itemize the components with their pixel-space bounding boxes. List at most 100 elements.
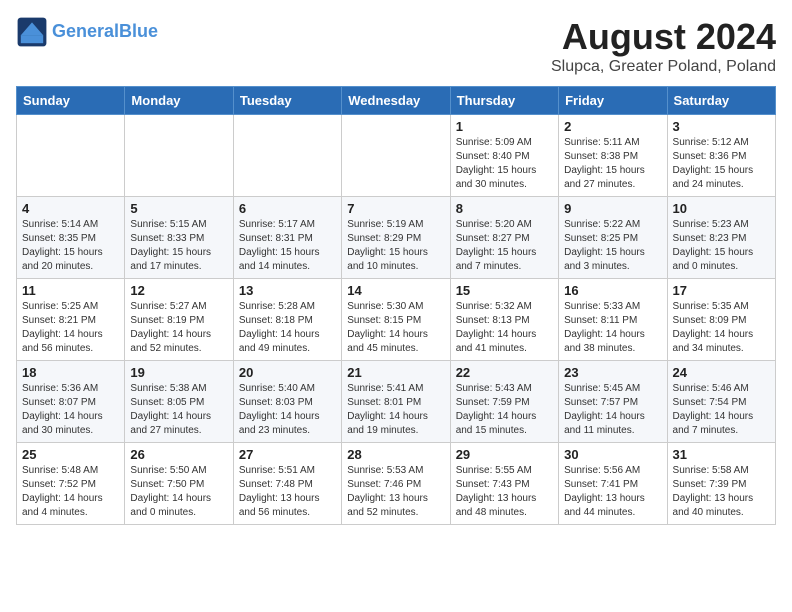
table-row: 13 Sunrise: 5:28 AMSunset: 8:18 PMDaylig… xyxy=(233,279,341,361)
day-number: 31 xyxy=(673,447,770,462)
day-number: 26 xyxy=(130,447,227,462)
day-number: 4 xyxy=(22,201,119,216)
location-subtitle: Slupca, Greater Poland, Poland xyxy=(551,58,776,76)
day-number: 6 xyxy=(239,201,336,216)
table-row: 28 Sunrise: 5:53 AMSunset: 7:46 PMDaylig… xyxy=(342,443,450,525)
logo-line1: General xyxy=(52,21,119,41)
table-row: 26 Sunrise: 5:50 AMSunset: 7:50 PMDaylig… xyxy=(125,443,233,525)
table-row: 9 Sunrise: 5:22 AMSunset: 8:25 PMDayligh… xyxy=(559,197,667,279)
logo: GeneralBlue xyxy=(16,16,158,48)
table-row: 20 Sunrise: 5:40 AMSunset: 8:03 PMDaylig… xyxy=(233,361,341,443)
table-row xyxy=(233,115,341,197)
table-row: 23 Sunrise: 5:45 AMSunset: 7:57 PMDaylig… xyxy=(559,361,667,443)
logo-line2: Blue xyxy=(119,21,158,41)
day-detail: Sunrise: 5:30 AMSunset: 8:15 PMDaylight:… xyxy=(347,301,428,354)
calendar-week-row: 4 Sunrise: 5:14 AMSunset: 8:35 PMDayligh… xyxy=(17,197,776,279)
logo-icon xyxy=(16,16,48,48)
table-row: 6 Sunrise: 5:17 AMSunset: 8:31 PMDayligh… xyxy=(233,197,341,279)
title-area: August 2024 Slupca, Greater Poland, Pola… xyxy=(551,16,776,76)
table-row: 21 Sunrise: 5:41 AMSunset: 8:01 PMDaylig… xyxy=(342,361,450,443)
table-row: 7 Sunrise: 5:19 AMSunset: 8:29 PMDayligh… xyxy=(342,197,450,279)
table-row: 12 Sunrise: 5:27 AMSunset: 8:19 PMDaylig… xyxy=(125,279,233,361)
table-row: 25 Sunrise: 5:48 AMSunset: 7:52 PMDaylig… xyxy=(17,443,125,525)
table-row: 15 Sunrise: 5:32 AMSunset: 8:13 PMDaylig… xyxy=(450,279,558,361)
day-number: 14 xyxy=(347,283,444,298)
table-row: 11 Sunrise: 5:25 AMSunset: 8:21 PMDaylig… xyxy=(17,279,125,361)
day-number: 10 xyxy=(673,201,770,216)
day-number: 23 xyxy=(564,365,661,380)
day-number: 1 xyxy=(456,119,553,134)
day-detail: Sunrise: 5:53 AMSunset: 7:46 PMDaylight:… xyxy=(347,465,428,518)
table-row xyxy=(125,115,233,197)
day-number: 30 xyxy=(564,447,661,462)
calendar-week-row: 11 Sunrise: 5:25 AMSunset: 8:21 PMDaylig… xyxy=(17,279,776,361)
day-detail: Sunrise: 5:35 AMSunset: 8:09 PMDaylight:… xyxy=(673,301,754,354)
day-detail: Sunrise: 5:38 AMSunset: 8:05 PMDaylight:… xyxy=(130,383,211,436)
day-detail: Sunrise: 5:17 AMSunset: 8:31 PMDaylight:… xyxy=(239,219,320,272)
day-number: 9 xyxy=(564,201,661,216)
day-number: 5 xyxy=(130,201,227,216)
day-detail: Sunrise: 5:45 AMSunset: 7:57 PMDaylight:… xyxy=(564,383,645,436)
day-detail: Sunrise: 5:22 AMSunset: 8:25 PMDaylight:… xyxy=(564,219,645,272)
table-row: 14 Sunrise: 5:30 AMSunset: 8:15 PMDaylig… xyxy=(342,279,450,361)
day-number: 25 xyxy=(22,447,119,462)
calendar-week-row: 25 Sunrise: 5:48 AMSunset: 7:52 PMDaylig… xyxy=(17,443,776,525)
table-row: 29 Sunrise: 5:55 AMSunset: 7:43 PMDaylig… xyxy=(450,443,558,525)
weekday-header-row: Sunday Monday Tuesday Wednesday Thursday… xyxy=(17,87,776,115)
header-sunday: Sunday xyxy=(17,87,125,115)
day-number: 24 xyxy=(673,365,770,380)
day-detail: Sunrise: 5:40 AMSunset: 8:03 PMDaylight:… xyxy=(239,383,320,436)
day-number: 16 xyxy=(564,283,661,298)
day-number: 28 xyxy=(347,447,444,462)
header-wednesday: Wednesday xyxy=(342,87,450,115)
table-row: 18 Sunrise: 5:36 AMSunset: 8:07 PMDaylig… xyxy=(17,361,125,443)
day-number: 12 xyxy=(130,283,227,298)
day-number: 20 xyxy=(239,365,336,380)
table-row: 2 Sunrise: 5:11 AMSunset: 8:38 PMDayligh… xyxy=(559,115,667,197)
day-detail: Sunrise: 5:27 AMSunset: 8:19 PMDaylight:… xyxy=(130,301,211,354)
day-detail: Sunrise: 5:11 AMSunset: 8:38 PMDaylight:… xyxy=(564,137,645,190)
day-detail: Sunrise: 5:28 AMSunset: 8:18 PMDaylight:… xyxy=(239,301,320,354)
day-detail: Sunrise: 5:48 AMSunset: 7:52 PMDaylight:… xyxy=(22,465,103,518)
table-row xyxy=(342,115,450,197)
table-row xyxy=(17,115,125,197)
day-detail: Sunrise: 5:14 AMSunset: 8:35 PMDaylight:… xyxy=(22,219,103,272)
day-detail: Sunrise: 5:43 AMSunset: 7:59 PMDaylight:… xyxy=(456,383,537,436)
day-detail: Sunrise: 5:56 AMSunset: 7:41 PMDaylight:… xyxy=(564,465,645,518)
day-detail: Sunrise: 5:12 AMSunset: 8:36 PMDaylight:… xyxy=(673,137,754,190)
table-row: 22 Sunrise: 5:43 AMSunset: 7:59 PMDaylig… xyxy=(450,361,558,443)
day-detail: Sunrise: 5:09 AMSunset: 8:40 PMDaylight:… xyxy=(456,137,537,190)
day-number: 27 xyxy=(239,447,336,462)
table-row: 8 Sunrise: 5:20 AMSunset: 8:27 PMDayligh… xyxy=(450,197,558,279)
day-number: 13 xyxy=(239,283,336,298)
day-detail: Sunrise: 5:46 AMSunset: 7:54 PMDaylight:… xyxy=(673,383,754,436)
header: GeneralBlue August 2024 Slupca, Greater … xyxy=(16,16,776,76)
day-number: 19 xyxy=(130,365,227,380)
day-number: 22 xyxy=(456,365,553,380)
day-detail: Sunrise: 5:51 AMSunset: 7:48 PMDaylight:… xyxy=(239,465,320,518)
day-detail: Sunrise: 5:15 AMSunset: 8:33 PMDaylight:… xyxy=(130,219,211,272)
header-friday: Friday xyxy=(559,87,667,115)
table-row: 10 Sunrise: 5:23 AMSunset: 8:23 PMDaylig… xyxy=(667,197,775,279)
calendar-week-row: 18 Sunrise: 5:36 AMSunset: 8:07 PMDaylig… xyxy=(17,361,776,443)
day-detail: Sunrise: 5:41 AMSunset: 8:01 PMDaylight:… xyxy=(347,383,428,436)
day-number: 18 xyxy=(22,365,119,380)
logo-text: GeneralBlue xyxy=(52,21,158,43)
day-detail: Sunrise: 5:23 AMSunset: 8:23 PMDaylight:… xyxy=(673,219,754,272)
table-row: 4 Sunrise: 5:14 AMSunset: 8:35 PMDayligh… xyxy=(17,197,125,279)
day-detail: Sunrise: 5:58 AMSunset: 7:39 PMDaylight:… xyxy=(673,465,754,518)
table-row: 19 Sunrise: 5:38 AMSunset: 8:05 PMDaylig… xyxy=(125,361,233,443)
table-row: 30 Sunrise: 5:56 AMSunset: 7:41 PMDaylig… xyxy=(559,443,667,525)
day-detail: Sunrise: 5:55 AMSunset: 7:43 PMDaylight:… xyxy=(456,465,537,518)
header-thursday: Thursday xyxy=(450,87,558,115)
day-detail: Sunrise: 5:20 AMSunset: 8:27 PMDaylight:… xyxy=(456,219,537,272)
day-number: 29 xyxy=(456,447,553,462)
day-detail: Sunrise: 5:19 AMSunset: 8:29 PMDaylight:… xyxy=(347,219,428,272)
month-year-title: August 2024 xyxy=(551,16,776,58)
day-number: 11 xyxy=(22,283,119,298)
day-detail: Sunrise: 5:36 AMSunset: 8:07 PMDaylight:… xyxy=(22,383,103,436)
table-row: 24 Sunrise: 5:46 AMSunset: 7:54 PMDaylig… xyxy=(667,361,775,443)
day-number: 3 xyxy=(673,119,770,134)
table-row: 27 Sunrise: 5:51 AMSunset: 7:48 PMDaylig… xyxy=(233,443,341,525)
day-detail: Sunrise: 5:33 AMSunset: 8:11 PMDaylight:… xyxy=(564,301,645,354)
